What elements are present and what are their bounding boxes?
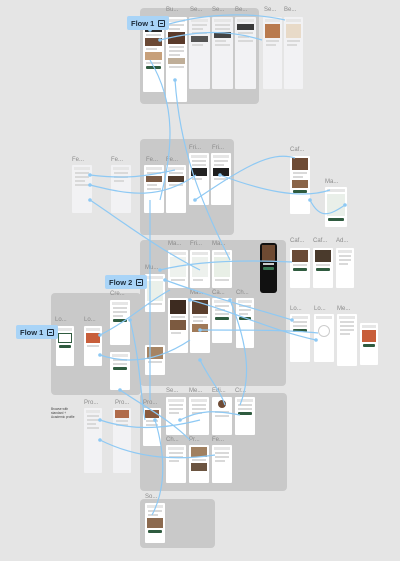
screen-frame[interactable]	[189, 17, 210, 89]
screen-frame[interactable]	[166, 17, 187, 102]
frame-label: Pro...	[115, 400, 130, 406]
screen-frame[interactable]	[211, 153, 231, 205]
flow-tag-1[interactable]: Flow 1	[127, 16, 170, 30]
screen-frame[interactable]	[290, 314, 310, 362]
frame-label: Se...	[166, 388, 179, 394]
screen-frame[interactable]	[337, 314, 357, 366]
frame-label: Ma...	[168, 241, 182, 247]
frame-label: Ad...	[336, 238, 349, 244]
frame-label: So...	[145, 494, 158, 500]
flow-label: Flow 1	[131, 18, 155, 28]
frame-label: Fri...	[189, 145, 201, 151]
screen-frame[interactable]	[113, 408, 131, 473]
flow-start-icon	[158, 19, 166, 27]
frame-label: Pro...	[143, 400, 158, 406]
frame-label: Ma...	[212, 241, 226, 247]
annotation-note: Browse with standard + Academic profile	[51, 407, 75, 419]
frame-label: Cre...	[110, 291, 125, 297]
screen-frame[interactable]	[212, 298, 232, 343]
frame-label: Me...	[189, 388, 203, 394]
frame-label: Pr...	[189, 437, 200, 443]
frame-label: Lo...	[290, 306, 302, 312]
screen-frame[interactable]	[212, 397, 232, 435]
screen-frame[interactable]	[235, 397, 255, 435]
screen-frame[interactable]	[72, 165, 92, 213]
frame-label: Ca...	[212, 290, 225, 296]
screen-frame[interactable]	[263, 17, 282, 89]
phone-mockup[interactable]	[260, 243, 277, 293]
figma-canvas[interactable]: Bu... Se... Se... Be... Se... Be... Fe..…	[0, 0, 400, 561]
screen-frame[interactable]	[360, 323, 378, 365]
screen-frame[interactable]	[166, 445, 186, 483]
flow-tag-3[interactable]: Flow 1	[16, 325, 59, 339]
frame-label: Fe...	[166, 157, 179, 163]
screen-frame[interactable]	[110, 300, 130, 345]
screen-frame[interactable]	[56, 326, 74, 366]
screen-frame[interactable]	[189, 397, 209, 435]
screen-frame[interactable]	[235, 17, 256, 89]
screen-frame[interactable]	[212, 17, 233, 89]
screen-frame[interactable]	[189, 153, 209, 205]
screen-frame[interactable]	[166, 165, 186, 213]
frame-label: Caf...	[313, 238, 328, 244]
flow-tag-2[interactable]: Flow 2	[105, 275, 148, 289]
frame-label: Ma...	[325, 179, 339, 185]
screen-frame[interactable]	[313, 248, 333, 288]
frame-label: Caf...	[290, 238, 305, 244]
frame-label: Lo...	[314, 306, 326, 312]
flow-start-icon	[47, 328, 55, 336]
screen-frame[interactable]	[325, 187, 347, 227]
screen-frame[interactable]	[314, 314, 334, 362]
screen-frame[interactable]	[290, 156, 310, 214]
screen-frame[interactable]	[84, 326, 102, 366]
screen-frame[interactable]	[111, 165, 131, 213]
frame-label: Se...	[212, 7, 225, 13]
screen-frame[interactable]	[190, 250, 210, 288]
screen-frame[interactable]	[143, 408, 161, 446]
frame-label: Edi...	[212, 388, 226, 394]
screen-frame[interactable]	[212, 250, 232, 288]
screen-frame[interactable]	[145, 503, 165, 543]
frame-label: Ch...	[236, 290, 249, 296]
frame-label: Me...	[337, 306, 351, 312]
screen-frame[interactable]	[168, 250, 188, 288]
frame-label: Fri...	[212, 145, 224, 151]
frame-label: Lo...	[55, 317, 67, 323]
frame-label: Cr...	[235, 388, 247, 394]
frame-label: Bu...	[166, 7, 179, 13]
screen-frame[interactable]	[168, 298, 188, 353]
screen-frame[interactable]	[84, 408, 102, 473]
screen-frame[interactable]	[336, 248, 354, 288]
flow-start-icon	[136, 278, 144, 286]
frame-label: Caf...	[290, 147, 305, 153]
screen-frame[interactable]	[189, 445, 209, 483]
screen-frame[interactable]	[236, 298, 254, 348]
screen-frame[interactable]	[145, 345, 165, 375]
frame-label: Se...	[264, 7, 277, 13]
screen-frame[interactable]	[145, 274, 165, 312]
frame-label: Se...	[190, 7, 203, 13]
screen-frame[interactable]	[212, 445, 232, 483]
frame-label: Fri...	[190, 241, 202, 247]
frame-label: Ma...	[190, 290, 204, 296]
flow-label: Flow 1	[20, 327, 44, 337]
frame-label: Be...	[284, 7, 297, 13]
frame-label: Fe...	[212, 437, 225, 443]
screen-frame[interactable]	[284, 17, 303, 89]
screen-frame[interactable]	[144, 165, 164, 213]
frame-label: Be...	[235, 7, 248, 13]
screen-frame[interactable]	[166, 397, 186, 435]
screen-frame[interactable]	[290, 248, 310, 288]
frame-label: Ch...	[166, 437, 179, 443]
screen-frame[interactable]	[110, 352, 130, 390]
frame-label: Fe...	[146, 157, 159, 163]
screen-frame[interactable]	[190, 298, 210, 353]
frame-label: Fe...	[111, 157, 124, 163]
frame-label: Mu...	[145, 265, 159, 271]
frame-label: Pro...	[84, 400, 99, 406]
frame-label: Fe...	[72, 157, 85, 163]
frame-label: Lo...	[84, 317, 96, 323]
flow-label: Flow 2	[109, 277, 133, 287]
